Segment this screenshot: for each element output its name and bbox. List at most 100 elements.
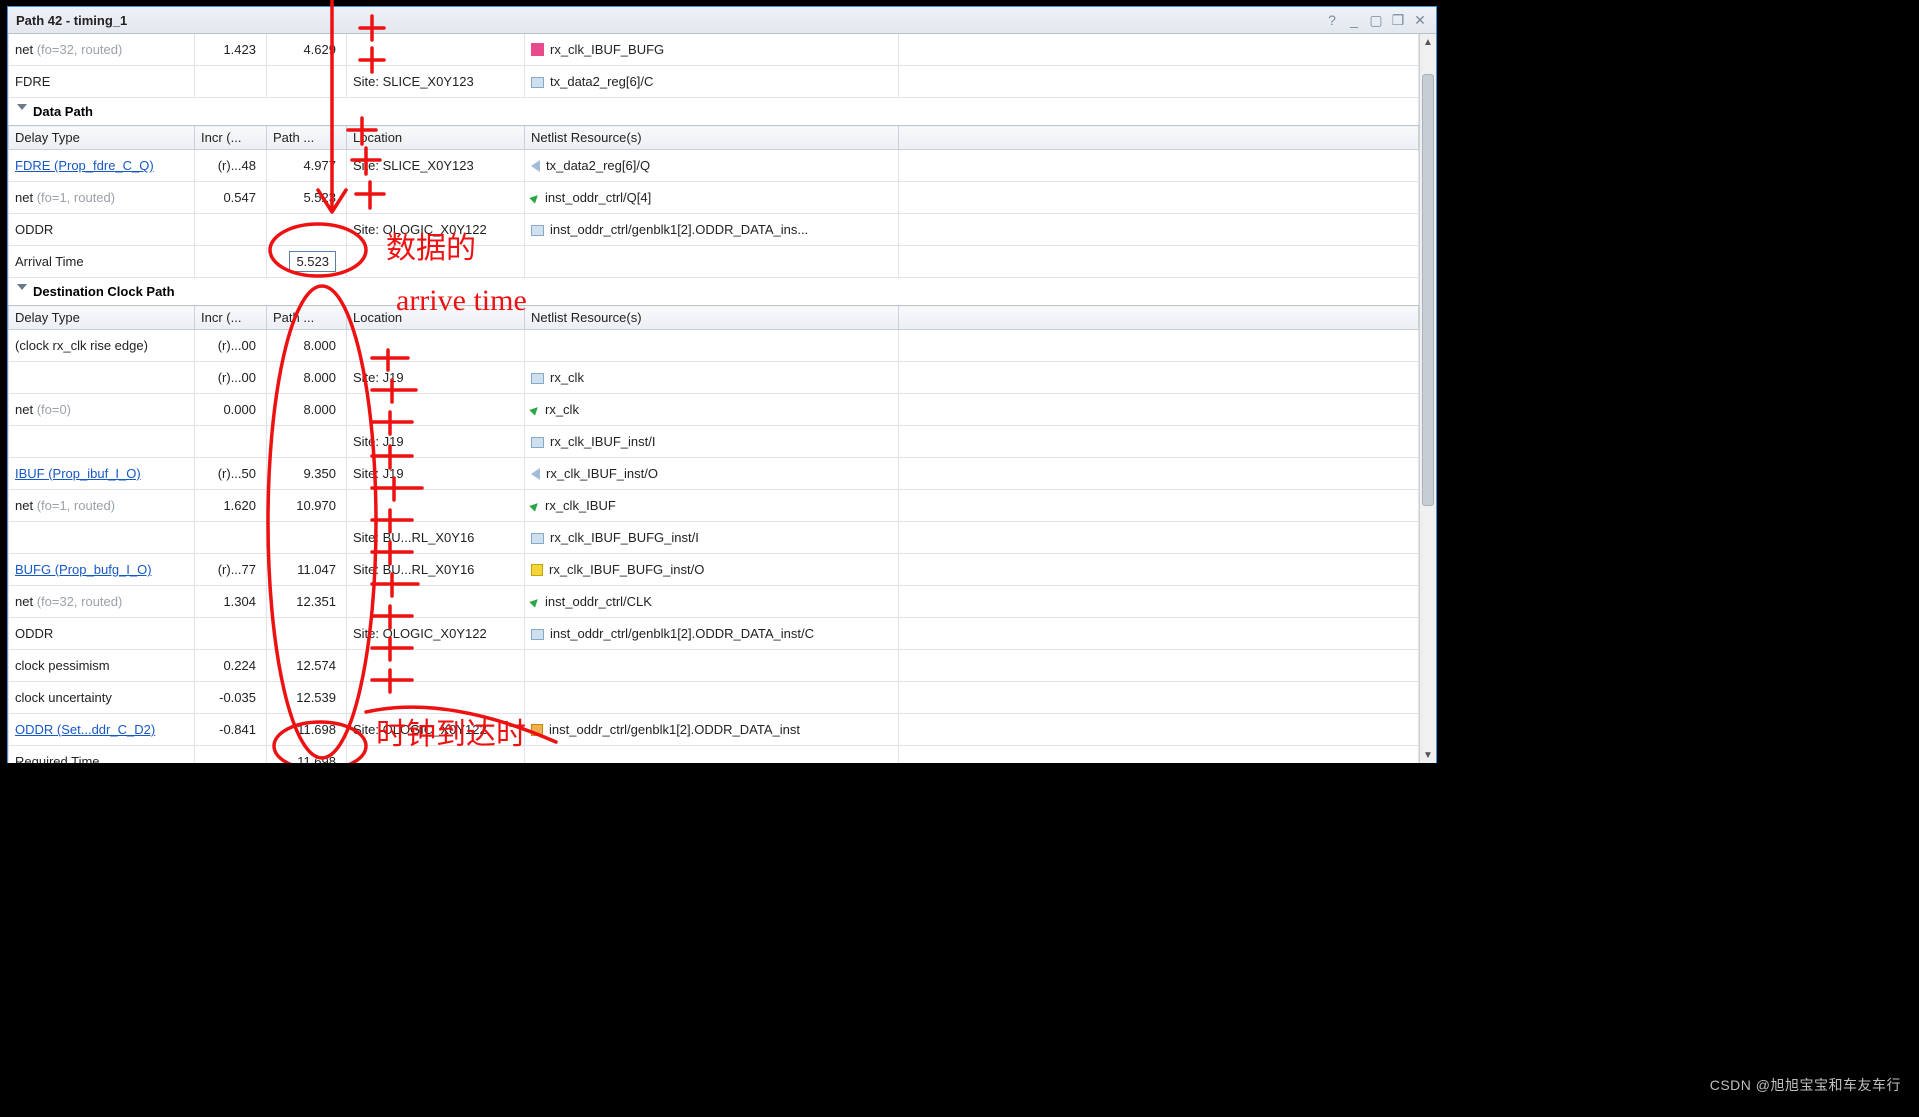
path-value xyxy=(267,66,347,98)
table-header: Delay TypeIncr (...Path ...LocationNetli… xyxy=(9,306,1419,330)
timing-table: net (fo=32, routed) 1.423 4.629 rx_clk_I… xyxy=(8,34,1419,763)
netlist-cell: rx_clk_IBUF_inst/O xyxy=(525,458,899,490)
netlist-cell: rx_clk xyxy=(525,362,899,394)
delay-type-link[interactable]: ODDR (Set...ddr_C_D2) xyxy=(15,722,155,737)
table-row: ODDR Site: OLOGIC_X0Y122 inst_oddr_ctrl/… xyxy=(9,214,1419,246)
delay-type-label: ODDR xyxy=(15,626,53,641)
help-icon[interactable]: ? xyxy=(1324,12,1340,28)
table-row: BUFG (Prop_bufg_I_O) (r)...77 11.047 Sit… xyxy=(9,554,1419,586)
table-row: net (fo=1, routed) 0.547 5.523 inst_oddr… xyxy=(9,182,1419,214)
location-cell xyxy=(347,650,525,682)
delay-type-label: (clock rx_clk rise edge) xyxy=(15,338,148,353)
location-cell xyxy=(347,246,525,278)
path-value: 10.970 xyxy=(267,490,347,522)
path-value: 12.539 xyxy=(267,682,347,714)
netlist-cell: inst_oddr_ctrl/CLK xyxy=(525,586,899,618)
location-cell: Site: SLICE_X0Y123 xyxy=(347,66,525,98)
netlist-cell: inst_oddr_ctrl/Q[4] xyxy=(525,182,899,214)
location-cell xyxy=(347,682,525,714)
table-header: Delay TypeIncr (...Path ...LocationNetli… xyxy=(9,126,1419,150)
table-row: (r)...00 8.000 Site: J19 rx_clk xyxy=(9,362,1419,394)
location-cell: Site: J19 xyxy=(347,426,525,458)
tab-icon xyxy=(531,437,544,448)
path-value xyxy=(267,522,347,554)
scroll-up-icon[interactable]: ▲ xyxy=(1420,34,1436,50)
delay-type-label: net (fo=1, routed) xyxy=(15,190,115,205)
table-row: clock uncertainty -0.035 12.539 xyxy=(9,682,1419,714)
tag-icon xyxy=(531,468,540,480)
maximize-icon[interactable]: ▢ xyxy=(1368,12,1384,28)
delay-type-link[interactable]: FDRE (Prop_fdre_C_Q) xyxy=(15,158,154,173)
location-cell: Site: J19 xyxy=(347,458,525,490)
scroll-down-icon[interactable]: ▼ xyxy=(1420,747,1436,763)
timing-report-window: Path 42 - timing_1 ? _ ▢ ❐ ✕ net (fo=32,… xyxy=(7,6,1437,764)
table-row: Required Time 11.698 xyxy=(9,746,1419,764)
delay-type-label: FDRE xyxy=(15,74,50,89)
vertical-scrollbar[interactable]: ▲ ▼ xyxy=(1419,34,1436,763)
netlist-cell: inst_oddr_ctrl/genblk1[2].ODDR_DATA_inst… xyxy=(525,618,899,650)
netlist-cell xyxy=(525,682,899,714)
table-row: FDRE (Prop_fdre_C_Q) (r)...48 4.977 Site… xyxy=(9,150,1419,182)
netlist-cell: rx_clk_IBUF xyxy=(525,490,899,522)
delay-type-label: clock uncertainty xyxy=(15,690,112,705)
location-cell xyxy=(347,182,525,214)
location-cell: Site: BU...RL_X0Y16 xyxy=(347,522,525,554)
tab-icon xyxy=(531,225,544,236)
minimize-icon[interactable]: _ xyxy=(1346,12,1362,28)
location-cell: Site: BU...RL_X0Y16 xyxy=(347,554,525,586)
netlist-cell: tx_data2_reg[6]/Q xyxy=(525,150,899,182)
tab-icon xyxy=(531,373,544,384)
netlist-cell xyxy=(525,746,899,764)
delay-type-link[interactable]: BUFG (Prop_bufg_I_O) xyxy=(15,562,152,577)
table-row: Arrival Time 5.523 xyxy=(9,246,1419,278)
path-value: 8.000 xyxy=(267,362,347,394)
yel-icon xyxy=(531,564,543,576)
arrow-icon xyxy=(529,500,540,511)
location-cell: Site: OLOGIC_X0Y122 xyxy=(347,618,525,650)
restore-icon[interactable]: ❐ xyxy=(1390,12,1406,28)
table-row: net (fo=1, routed) 1.620 10.970 rx_clk_I… xyxy=(9,490,1419,522)
section-header[interactable]: Destination Clock Path xyxy=(9,278,1419,306)
csdn-watermark: CSDN @旭旭宝宝和车友车行 xyxy=(1710,1075,1901,1095)
table-row: net (fo=32, routed) 1.423 4.629 rx_clk_I… xyxy=(9,34,1419,66)
path-value: 4.629 xyxy=(267,34,347,66)
footer-region xyxy=(0,763,1919,1117)
table-row: IBUF (Prop_ibuf_I_O) (r)...50 9.350 Site… xyxy=(9,458,1419,490)
or-icon xyxy=(531,724,543,736)
section-header[interactable]: Data Path xyxy=(9,98,1419,126)
path-value: 9.350 xyxy=(267,458,347,490)
delay-type-label: clock pessimism xyxy=(15,658,110,673)
table-row: FDRE Site: SLICE_X0Y123 tx_data2_reg[6]/… xyxy=(9,66,1419,98)
pink-icon xyxy=(531,43,544,56)
netlist-cell xyxy=(525,330,899,362)
path-value xyxy=(267,426,347,458)
netlist-cell: inst_oddr_ctrl/genblk1[2].ODDR_DATA_ins.… xyxy=(525,214,899,246)
location-cell xyxy=(347,394,525,426)
delay-type-label: net (fo=32, routed) xyxy=(15,42,122,57)
delay-type-label: Arrival Time xyxy=(15,254,84,269)
table-row: clock pessimism 0.224 12.574 xyxy=(9,650,1419,682)
table-row: net (fo=32, routed) 1.304 12.351 inst_od… xyxy=(9,586,1419,618)
table-row: ODDR (Set...ddr_C_D2) -0.841 11.698 Site… xyxy=(9,714,1419,746)
table-row: net (fo=0) 0.000 8.000 rx_clk xyxy=(9,394,1419,426)
location-cell: Site: OLOGIC_X0Y122 xyxy=(347,214,525,246)
delay-type-label: net (fo=0) xyxy=(15,402,71,417)
path-value: 11.698 xyxy=(267,746,347,764)
path-value: 5.523 xyxy=(267,182,347,214)
table-row: Site: BU...RL_X0Y16 rx_clk_IBUF_BUFG_ins… xyxy=(9,522,1419,554)
path-value: 12.351 xyxy=(267,586,347,618)
scroll-thumb[interactable] xyxy=(1422,74,1434,506)
delay-type-link[interactable]: IBUF (Prop_ibuf_I_O) xyxy=(15,466,141,481)
tab-icon xyxy=(531,533,544,544)
location-cell xyxy=(347,746,525,764)
report-content: net (fo=32, routed) 1.423 4.629 rx_clk_I… xyxy=(8,34,1419,763)
location-cell xyxy=(347,490,525,522)
arrow-icon xyxy=(529,596,540,607)
path-value: 8.000 xyxy=(267,394,347,426)
netlist-cell: rx_clk_IBUF_BUFG xyxy=(525,34,899,66)
tab-icon xyxy=(531,77,544,88)
netlist-cell: rx_clk_IBUF_inst/I xyxy=(525,426,899,458)
location-cell: Site: OLOGIC_X0Y122 xyxy=(347,714,525,746)
close-icon[interactable]: ✕ xyxy=(1412,12,1428,28)
table-row: (clock rx_clk rise edge) (r)...00 8.000 xyxy=(9,330,1419,362)
